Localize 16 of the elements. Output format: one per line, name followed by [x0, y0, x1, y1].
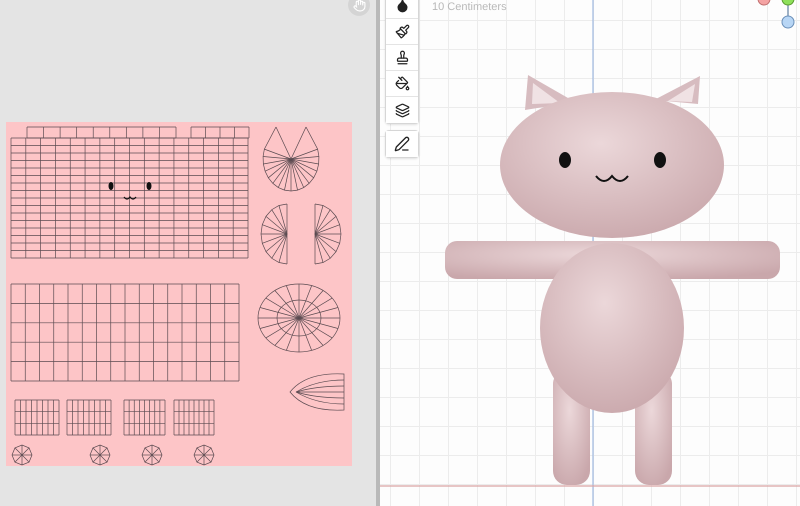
- layers-icon: [394, 102, 410, 118]
- y-axis-handle[interactable]: [782, 0, 794, 6]
- tool-button[interactable]: [386, 19, 418, 45]
- pen-icon: [394, 136, 410, 152]
- droplet-icon: [394, 0, 410, 13]
- scale-label: 10 Centimeters: [432, 1, 507, 13]
- z-axis-handle[interactable]: [782, 16, 794, 28]
- tool-button[interactable]: [386, 71, 418, 97]
- tool-button[interactable]: [386, 45, 418, 71]
- paint-bucket-icon: [394, 76, 410, 91]
- tool-button[interactable]: [386, 0, 418, 19]
- tool-button[interactable]: [386, 97, 418, 123]
- stamp-icon: [394, 50, 410, 65]
- hand-icon: [352, 0, 366, 12]
- brush-icon: [394, 24, 410, 39]
- x-axis-handle[interactable]: [758, 0, 770, 6]
